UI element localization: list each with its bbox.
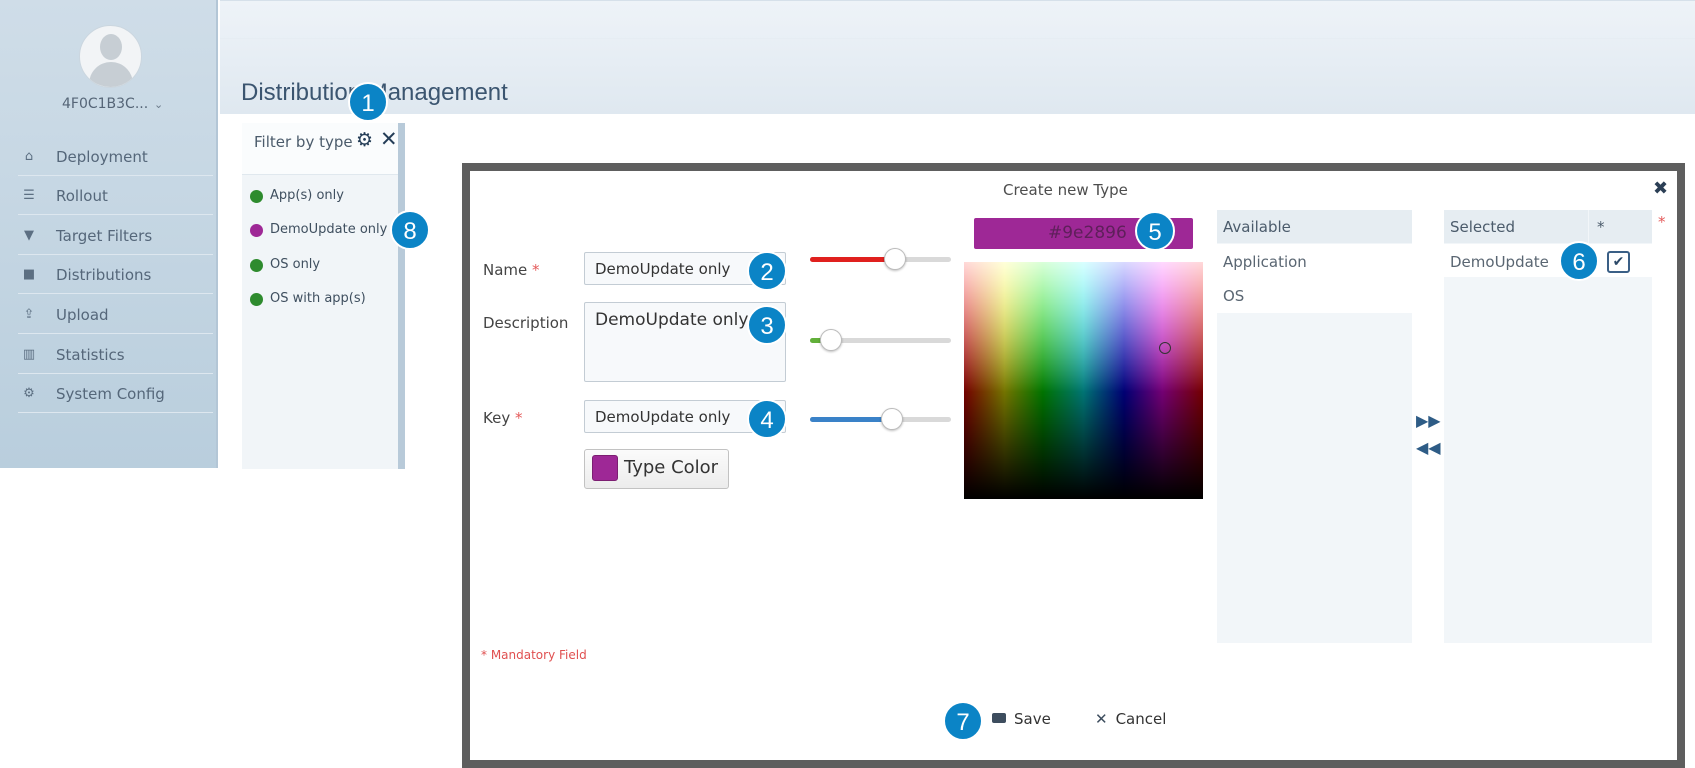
blue-slider-handle[interactable] bbox=[881, 408, 903, 430]
save-button[interactable]: Save bbox=[992, 710, 1051, 728]
sidebar-item-label: Target Filters bbox=[56, 227, 153, 245]
available-item-os[interactable]: OS bbox=[1223, 287, 1244, 305]
color-picker-cursor[interactable] bbox=[1159, 342, 1171, 354]
callout-marker: 3 bbox=[747, 305, 787, 345]
home-icon: ⌂ bbox=[24, 149, 34, 164]
type-label: App(s) only bbox=[270, 188, 344, 203]
cancel-button[interactable]: ✕ Cancel bbox=[1095, 710, 1166, 728]
sidebar-item-statistics[interactable]: ▥ Statistics bbox=[18, 336, 213, 374]
bar-chart-icon: ▥ bbox=[22, 347, 36, 362]
color-swatch bbox=[592, 455, 618, 481]
red-slider-fill bbox=[810, 257, 895, 262]
callout-marker: 4 bbox=[747, 399, 787, 439]
briefcase-icon: ■ bbox=[22, 267, 36, 282]
type-color-dot bbox=[250, 224, 263, 237]
sidebar-item-label: Distributions bbox=[56, 266, 152, 284]
green-slider-handle[interactable] bbox=[820, 329, 842, 351]
type-color-label: Type Color bbox=[624, 457, 719, 478]
sidebar-item-label: Deployment bbox=[56, 148, 148, 166]
transfer-buttons: ▶▶ ◀◀ bbox=[1416, 407, 1441, 461]
description-label: Description bbox=[483, 314, 569, 332]
key-label: Key * bbox=[483, 409, 523, 427]
move-right-icon[interactable]: ▶▶ bbox=[1416, 407, 1441, 434]
move-left-icon[interactable]: ◀◀ bbox=[1416, 434, 1441, 461]
available-header: Available bbox=[1217, 210, 1412, 243]
upload-icon: ⇪ bbox=[23, 307, 35, 322]
sidebar-item-target-filters[interactable]: ▼ Target Filters bbox=[18, 217, 213, 255]
sidebar-item-deployment[interactable]: ⌂ Deployment bbox=[18, 138, 213, 176]
sidebar-item-rollout[interactable]: ☰ Rollout bbox=[18, 177, 213, 215]
sidebar-item-label: Rollout bbox=[56, 187, 108, 205]
sidebar-item-label: System Config bbox=[56, 385, 165, 403]
gear-icon[interactable]: ⚙ bbox=[356, 129, 373, 151]
sidebar-item-label: Upload bbox=[56, 306, 109, 324]
sidebar-item-label: Statistics bbox=[56, 346, 125, 364]
selected-item-demoupdate[interactable]: DemoUpdate bbox=[1450, 253, 1549, 271]
sidebar-item-upload[interactable]: ⇪ Upload bbox=[18, 296, 213, 334]
color-spectrum[interactable] bbox=[964, 262, 1203, 499]
close-icon[interactable]: ✖ bbox=[1653, 178, 1668, 199]
selected-header: Selected bbox=[1444, 210, 1588, 243]
mandatory-note: * Mandatory Field bbox=[481, 648, 587, 662]
available-item-application[interactable]: Application bbox=[1223, 253, 1307, 271]
dialog-title: Create new Type bbox=[1003, 181, 1128, 199]
type-color-dot bbox=[250, 190, 263, 203]
sidebar-item-distributions[interactable]: ■ Distributions bbox=[18, 256, 213, 294]
selected-star-header: * bbox=[1589, 210, 1652, 243]
type-label: DemoUpdate only bbox=[270, 222, 388, 237]
chevron-down-icon[interactable]: ⌄ bbox=[154, 98, 163, 111]
red-slider-handle[interactable] bbox=[884, 248, 906, 270]
type-label: OS with app(s) bbox=[270, 291, 366, 306]
gear-icon: ⚙ bbox=[23, 386, 35, 401]
filter-title: Filter by type bbox=[254, 133, 353, 151]
avatar[interactable] bbox=[79, 25, 142, 88]
color-hex-value[interactable]: #9e2896 bbox=[1048, 223, 1127, 243]
callout-marker: 6 bbox=[1559, 241, 1599, 281]
user-name[interactable]: 4F0C1B3C... bbox=[62, 96, 148, 112]
callout-marker: 2 bbox=[747, 251, 787, 291]
type-label: OS only bbox=[270, 257, 321, 272]
save-icon bbox=[992, 713, 1006, 723]
close-icon: ✕ bbox=[1095, 710, 1108, 728]
name-label: Name * bbox=[483, 261, 540, 279]
required-mark: * bbox=[1658, 213, 1666, 231]
type-color-dot bbox=[250, 293, 263, 306]
sidebar-item-system-config[interactable]: ⚙ System Config bbox=[18, 375, 213, 413]
callout-marker: 5 bbox=[1135, 211, 1175, 251]
mandatory-checkbox[interactable]: ✔ bbox=[1607, 251, 1630, 273]
callout-marker: 1 bbox=[348, 82, 388, 122]
close-icon[interactable]: ✕ bbox=[380, 127, 398, 151]
filter-icon: ▼ bbox=[24, 228, 34, 243]
type-color-dot bbox=[250, 259, 263, 272]
list-icon: ☰ bbox=[23, 188, 35, 203]
blue-slider-fill bbox=[810, 417, 892, 422]
callout-marker: 8 bbox=[390, 210, 430, 250]
callout-marker: 7 bbox=[943, 701, 983, 741]
